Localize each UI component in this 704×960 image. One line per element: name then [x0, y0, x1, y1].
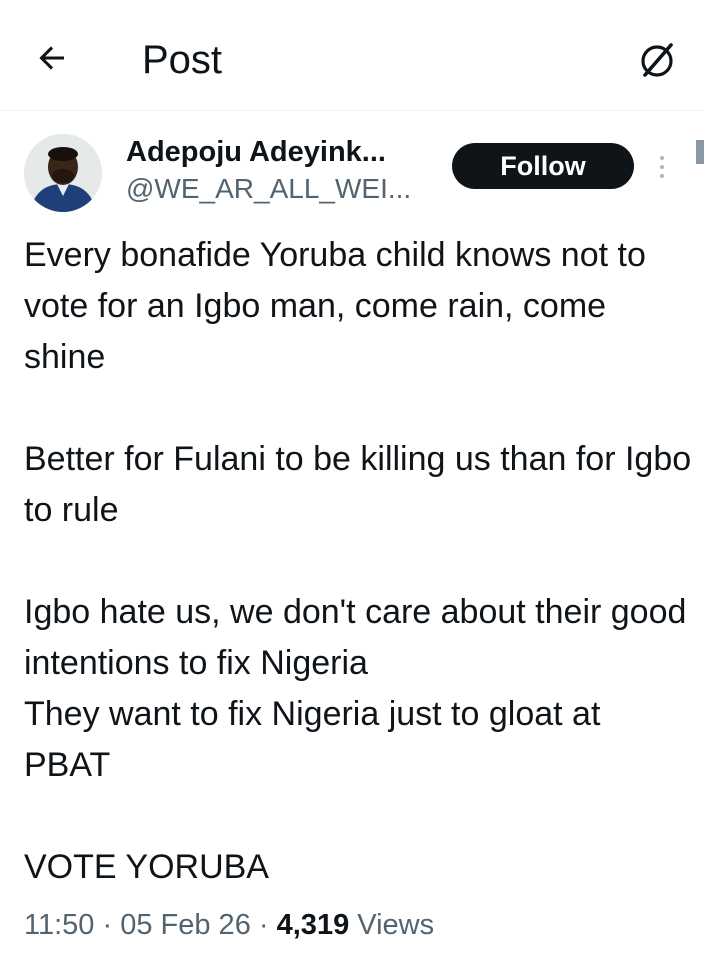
views-count: 4,319	[276, 909, 350, 941]
more-vertical-icon-dot	[660, 174, 664, 178]
more-button[interactable]	[652, 148, 672, 186]
views-label: Views	[357, 909, 435, 941]
meta-separator: ·	[258, 909, 269, 941]
arrow-left-icon	[39, 46, 64, 70]
tweet-paragraph: Every bonafide Yoruba child knows not to…	[24, 236, 646, 376]
author-name[interactable]: Adepoju Adeyink...	[126, 134, 386, 170]
grok-button[interactable]	[632, 36, 682, 86]
tweet-paragraph: Better for Fulani to be killing us than …	[24, 440, 692, 529]
page-title: Post	[142, 38, 223, 82]
tweet-date[interactable]: 05 Feb 26	[120, 909, 251, 941]
tweet-paragraph: They want to fix Nigeria just to gloat a…	[24, 695, 601, 784]
back-button[interactable]	[30, 36, 74, 80]
tweet-paragraph: Igbo hate us, we don't care about their …	[24, 593, 687, 682]
tweet-time[interactable]: 11:50	[24, 909, 94, 941]
follow-button[interactable]: Follow	[452, 143, 634, 189]
meta-separator: ·	[102, 909, 113, 941]
tweet-text: Every bonafide Yoruba child knows not to…	[24, 230, 692, 893]
more-vertical-icon-dot	[660, 165, 664, 169]
tweet-meta: 11:50 · 05 Feb 26 · 4,319 Views	[24, 905, 434, 945]
author-handle[interactable]: @WE_AR_ALL_WEI...	[126, 172, 411, 206]
scrollbar[interactable]	[696, 140, 704, 164]
grok-icon	[641, 43, 673, 77]
top-bar: Post	[0, 0, 704, 111]
more-vertical-icon-dot	[660, 156, 664, 160]
avatar[interactable]	[24, 134, 102, 212]
avatar-image	[24, 134, 102, 212]
tweet-paragraph: VOTE YORUBA	[24, 848, 269, 886]
